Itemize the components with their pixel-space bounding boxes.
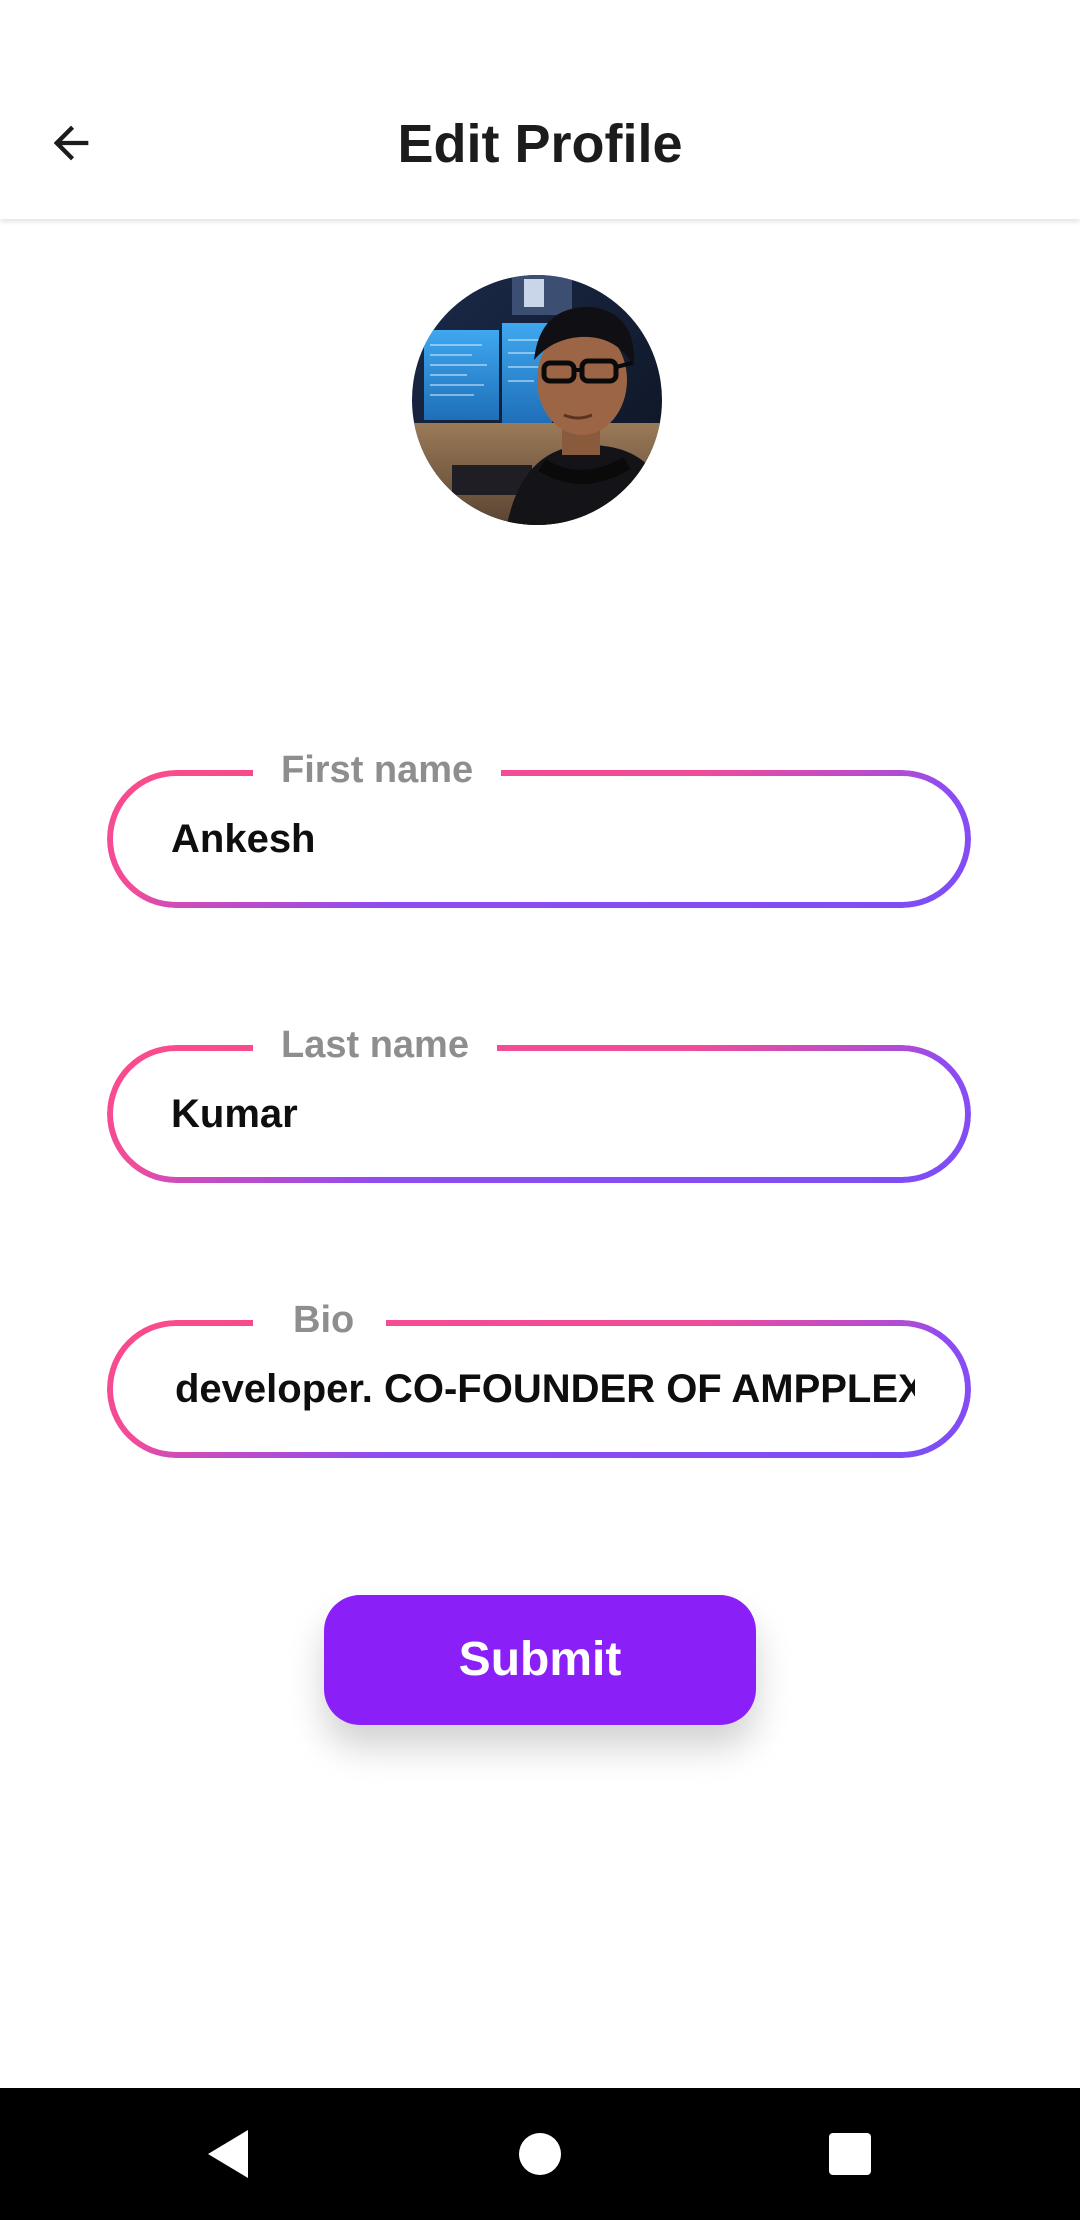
last-name-label: Last name (253, 1023, 497, 1067)
first-name-input[interactable] (171, 804, 921, 874)
app-bar: Edit Profile (0, 0, 1080, 219)
bio-field[interactable]: Bio (107, 1298, 971, 1458)
system-nav-bar (0, 2088, 1080, 2220)
last-name-input[interactable] (171, 1079, 921, 1149)
first-name-field[interactable]: First name (107, 748, 971, 908)
avatar[interactable] (412, 275, 662, 525)
nav-home-icon (519, 2133, 561, 2175)
nav-home-button[interactable] (490, 2108, 590, 2200)
nav-back-button[interactable] (178, 2108, 278, 2200)
submit-button[interactable]: Submit (324, 1595, 756, 1725)
nav-recents-button[interactable] (800, 2108, 900, 2200)
first-name-label: First name (253, 748, 502, 792)
nav-recents-icon (829, 2133, 871, 2175)
profile-photo (412, 275, 662, 525)
bio-label: Bio (253, 1298, 387, 1342)
page-title: Edit Profile (397, 114, 683, 174)
edit-profile-screen: Edit Profile First name Ankesh Last name… (0, 0, 1080, 2220)
bio-input[interactable] (175, 1354, 915, 1424)
last-name-field[interactable]: Last name (107, 1023, 971, 1183)
nav-back-icon (208, 2130, 248, 2178)
